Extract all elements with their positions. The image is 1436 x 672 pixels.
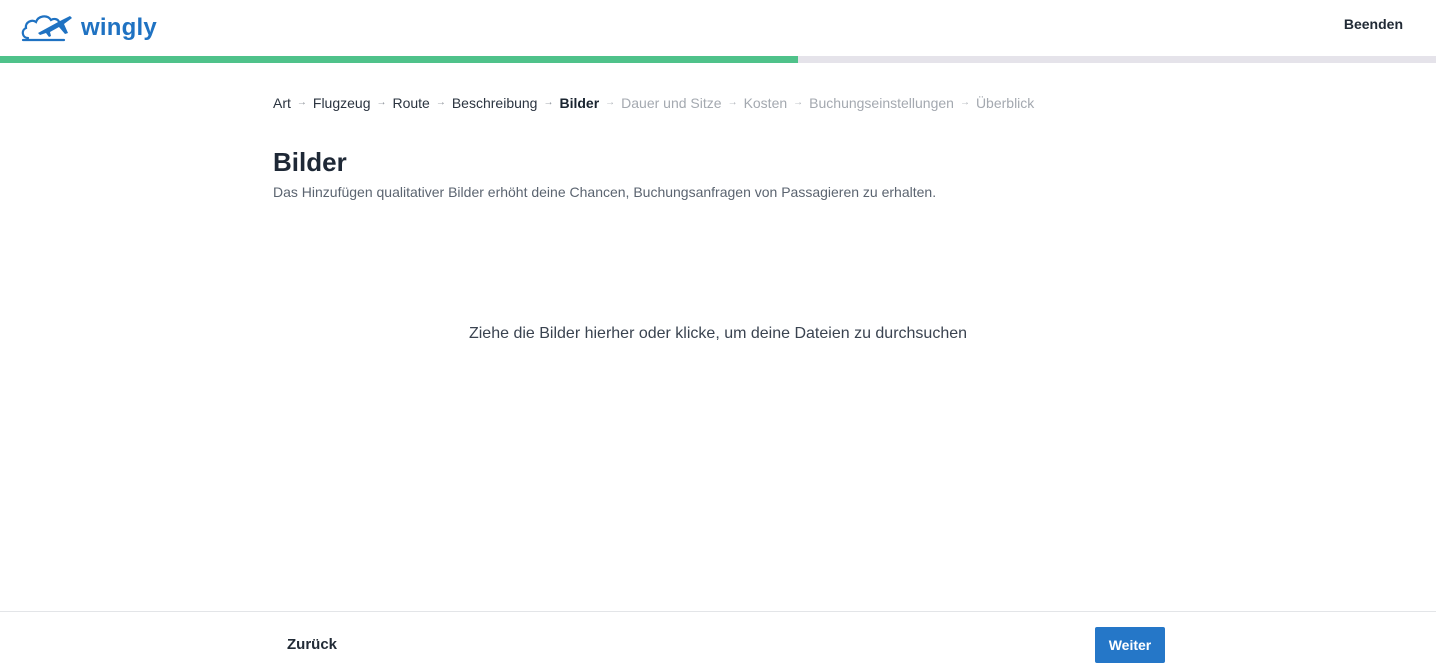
footer: Zurück Weiter bbox=[0, 611, 1436, 672]
breadcrumb-step: Dauer und Sitze bbox=[621, 95, 722, 111]
arrow-right-icon: → bbox=[435, 97, 446, 108]
progress-bar-fill bbox=[0, 56, 799, 63]
next-button[interactable]: Weiter bbox=[1095, 627, 1165, 663]
breadcrumb-step[interactable]: Bilder bbox=[559, 94, 599, 112]
arrow-right-icon: → bbox=[959, 97, 970, 108]
breadcrumb-step: Kosten bbox=[743, 95, 788, 111]
breadcrumb-step[interactable]: Flugzeug bbox=[313, 94, 371, 112]
quit-button[interactable]: Beenden bbox=[1344, 16, 1403, 32]
breadcrumb-step: Überblick bbox=[975, 95, 1035, 111]
breadcrumb-step: Buchungseinstellungen bbox=[809, 95, 954, 111]
logo[interactable]: wingly bbox=[20, 11, 157, 45]
arrow-right-icon: → bbox=[296, 97, 307, 108]
arrow-right-icon: → bbox=[605, 97, 616, 108]
page-subtitle: Das Hinzufügen qualitativer Bilder erhöh… bbox=[273, 184, 937, 200]
breadcrumb-step[interactable]: Art bbox=[273, 94, 291, 112]
logo-text: wingly bbox=[81, 14, 157, 41]
page-title: Bilder bbox=[273, 147, 347, 177]
arrow-right-icon: → bbox=[376, 97, 387, 108]
arrow-right-icon: → bbox=[543, 97, 554, 108]
breadcrumb-step[interactable]: Route bbox=[392, 94, 429, 112]
arrow-right-icon: → bbox=[793, 97, 804, 108]
page: wingly Beenden Art → Flugzeug → Route → Beschr… bbox=[0, 0, 1436, 672]
dropzone-text: Ziehe die Bilder hierher oder klicke, um… bbox=[468, 325, 968, 342]
header: wingly Beenden bbox=[0, 0, 1436, 56]
breadcrumb-step[interactable]: Beschreibung bbox=[452, 94, 538, 112]
back-button[interactable]: Zurück bbox=[287, 636, 337, 653]
airplane-cloud-icon bbox=[20, 11, 74, 45]
arrow-right-icon: → bbox=[727, 97, 738, 108]
progress-bar bbox=[0, 56, 1436, 63]
breadcrumb: Art → Flugzeug → Route → Beschreibung → Bilder → D… bbox=[273, 94, 1034, 112]
image-dropzone[interactable]: Ziehe die Bilder hierher oder klicke, um… bbox=[273, 236, 1163, 432]
